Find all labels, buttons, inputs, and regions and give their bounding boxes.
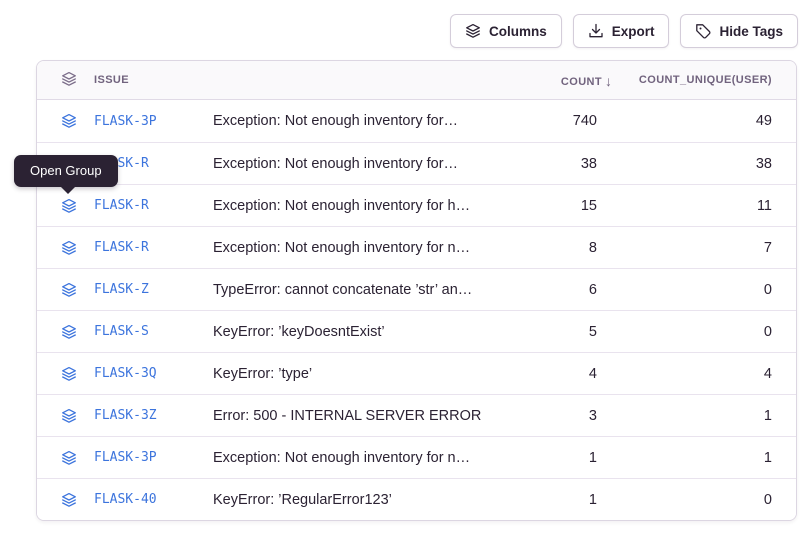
count-unique-value: 0 xyxy=(610,324,796,340)
issue-title: KeyError: ’keyDoesntExist’ xyxy=(213,324,520,340)
issue-title: Error: 500 - INTERNAL SERVER ERROR xyxy=(213,408,520,424)
issue-title: Exception: Not enough inventory for h… xyxy=(213,198,520,214)
issue-title: TypeError: cannot concatenate ’str’ an… xyxy=(213,282,520,298)
count-value: 1 xyxy=(520,450,610,466)
issue-cell: FLASK-S xyxy=(37,324,213,340)
count-value: 8 xyxy=(520,240,610,256)
table-row[interactable]: FLASK-R Exception: Not enough inventory … xyxy=(37,226,796,268)
issue-cell: FLASK-3Q xyxy=(37,366,213,382)
stack-icon[interactable] xyxy=(61,450,77,466)
table-row[interactable]: FLASK-R Exception: Not enough inventory … xyxy=(37,184,796,226)
count-value: 38 xyxy=(520,156,610,172)
layers-icon xyxy=(465,23,481,39)
issue-cell: FLASK-R xyxy=(37,198,213,214)
issue-link[interactable]: FLASK-R xyxy=(94,240,149,255)
issue-link[interactable]: FLASK-3Q xyxy=(94,366,157,381)
count-unique-value: 49 xyxy=(610,113,796,129)
issue-cell: FLASK-3Z xyxy=(37,408,213,424)
stack-icon[interactable] xyxy=(61,408,77,424)
count-unique-column-label: COUNT_UNIQUE(USER) xyxy=(639,74,772,86)
table-row[interactable]: FLASK-3P Exception: Not enough inventory… xyxy=(37,100,796,142)
count-unique-value: 1 xyxy=(610,408,796,424)
table-row[interactable]: FLASK-3Q KeyError: ’type’ 4 4 xyxy=(37,352,796,394)
issue-title: KeyError: ’type’ xyxy=(213,366,520,382)
issue-column-label: ISSUE xyxy=(94,74,129,86)
stack-icon[interactable] xyxy=(61,492,77,508)
export-button[interactable]: Export xyxy=(573,14,670,48)
stack-icon xyxy=(61,71,77,90)
issue-title: Exception: Not enough inventory for n… xyxy=(213,450,520,466)
issue-column-header[interactable]: ISSUE xyxy=(37,71,213,90)
hide-tags-button-label: Hide Tags xyxy=(719,24,783,39)
issue-cell: FLASK-40 xyxy=(37,492,213,508)
export-button-label: Export xyxy=(612,24,655,39)
count-value: 1 xyxy=(520,492,610,508)
stack-icon[interactable] xyxy=(61,366,77,382)
count-unique-column-header[interactable]: COUNT_UNIQUE(USER) xyxy=(610,74,796,86)
count-value: 740 xyxy=(520,113,610,129)
count-unique-value: 11 xyxy=(610,198,796,214)
count-value: 4 xyxy=(520,366,610,382)
count-column-header[interactable]: COUNT↓ xyxy=(520,72,610,88)
count-unique-value: 7 xyxy=(610,240,796,256)
count-unique-value: 1 xyxy=(610,450,796,466)
count-unique-value: 38 xyxy=(610,156,796,172)
table-row[interactable]: FLASK-3Z Error: 500 - INTERNAL SERVER ER… xyxy=(37,394,796,436)
issue-link[interactable]: FLASK-Z xyxy=(94,282,149,297)
stack-icon[interactable] xyxy=(61,113,77,129)
issue-cell: FLASK-3P xyxy=(37,113,213,129)
open-group-tooltip-label: Open Group xyxy=(30,163,102,178)
stack-icon[interactable] xyxy=(61,198,77,214)
issue-link[interactable]: FLASK-3P xyxy=(94,114,157,129)
issue-title: Exception: Not enough inventory for… xyxy=(213,156,520,172)
issue-cell: FLASK-Z xyxy=(37,282,213,298)
table-row[interactable]: FLASK-R Exception: Not enough inventory … xyxy=(37,142,796,184)
count-unique-value: 4 xyxy=(610,366,796,382)
count-value: 6 xyxy=(520,282,610,298)
count-unique-value: 0 xyxy=(610,492,796,508)
table-toolbar: Columns Export Hide Tags xyxy=(450,14,798,48)
count-value: 5 xyxy=(520,324,610,340)
count-value: 3 xyxy=(520,408,610,424)
issue-link[interactable]: FLASK-R xyxy=(94,198,149,213)
table-row[interactable]: FLASK-Z TypeError: cannot concatenate ’s… xyxy=(37,268,796,310)
issue-link[interactable]: FLASK-S xyxy=(94,324,149,339)
table-row[interactable]: FLASK-40 KeyError: ’RegularError123’ 1 0 xyxy=(37,478,796,520)
issue-link[interactable]: FLASK-3Z xyxy=(94,408,157,423)
stack-icon[interactable] xyxy=(61,324,77,340)
sort-desc-icon: ↓ xyxy=(605,73,612,89)
table-row[interactable]: FLASK-3P Exception: Not enough inventory… xyxy=(37,436,796,478)
columns-button-label: Columns xyxy=(489,24,547,39)
stack-icon[interactable] xyxy=(61,282,77,298)
issue-cell: FLASK-3P xyxy=(37,450,213,466)
count-value: 15 xyxy=(520,198,610,214)
issue-link[interactable]: FLASK-40 xyxy=(94,492,157,507)
count-unique-value: 0 xyxy=(610,282,796,298)
stack-icon[interactable] xyxy=(61,240,77,256)
tag-icon xyxy=(695,23,711,39)
tooltip-caret xyxy=(61,187,75,194)
table-header-row: ISSUE COUNT↓ COUNT_UNIQUE(USER) xyxy=(37,61,796,100)
download-icon xyxy=(588,23,604,39)
table-body: FLASK-3P Exception: Not enough inventory… xyxy=(37,100,796,520)
issues-table: ISSUE COUNT↓ COUNT_UNIQUE(USER) FLASK-3P xyxy=(36,60,797,521)
open-group-tooltip: Open Group xyxy=(14,155,118,187)
issue-cell: FLASK-R xyxy=(37,240,213,256)
table-row[interactable]: FLASK-S KeyError: ’keyDoesntExist’ 5 0 xyxy=(37,310,796,352)
hide-tags-button[interactable]: Hide Tags xyxy=(680,14,798,48)
issue-title: KeyError: ’RegularError123’ xyxy=(213,492,520,508)
issue-title: Exception: Not enough inventory for… xyxy=(213,113,520,129)
issue-title: Exception: Not enough inventory for n… xyxy=(213,240,520,256)
columns-button[interactable]: Columns xyxy=(450,14,562,48)
issue-link[interactable]: FLASK-3P xyxy=(94,450,157,465)
count-column-label: COUNT xyxy=(561,76,602,88)
